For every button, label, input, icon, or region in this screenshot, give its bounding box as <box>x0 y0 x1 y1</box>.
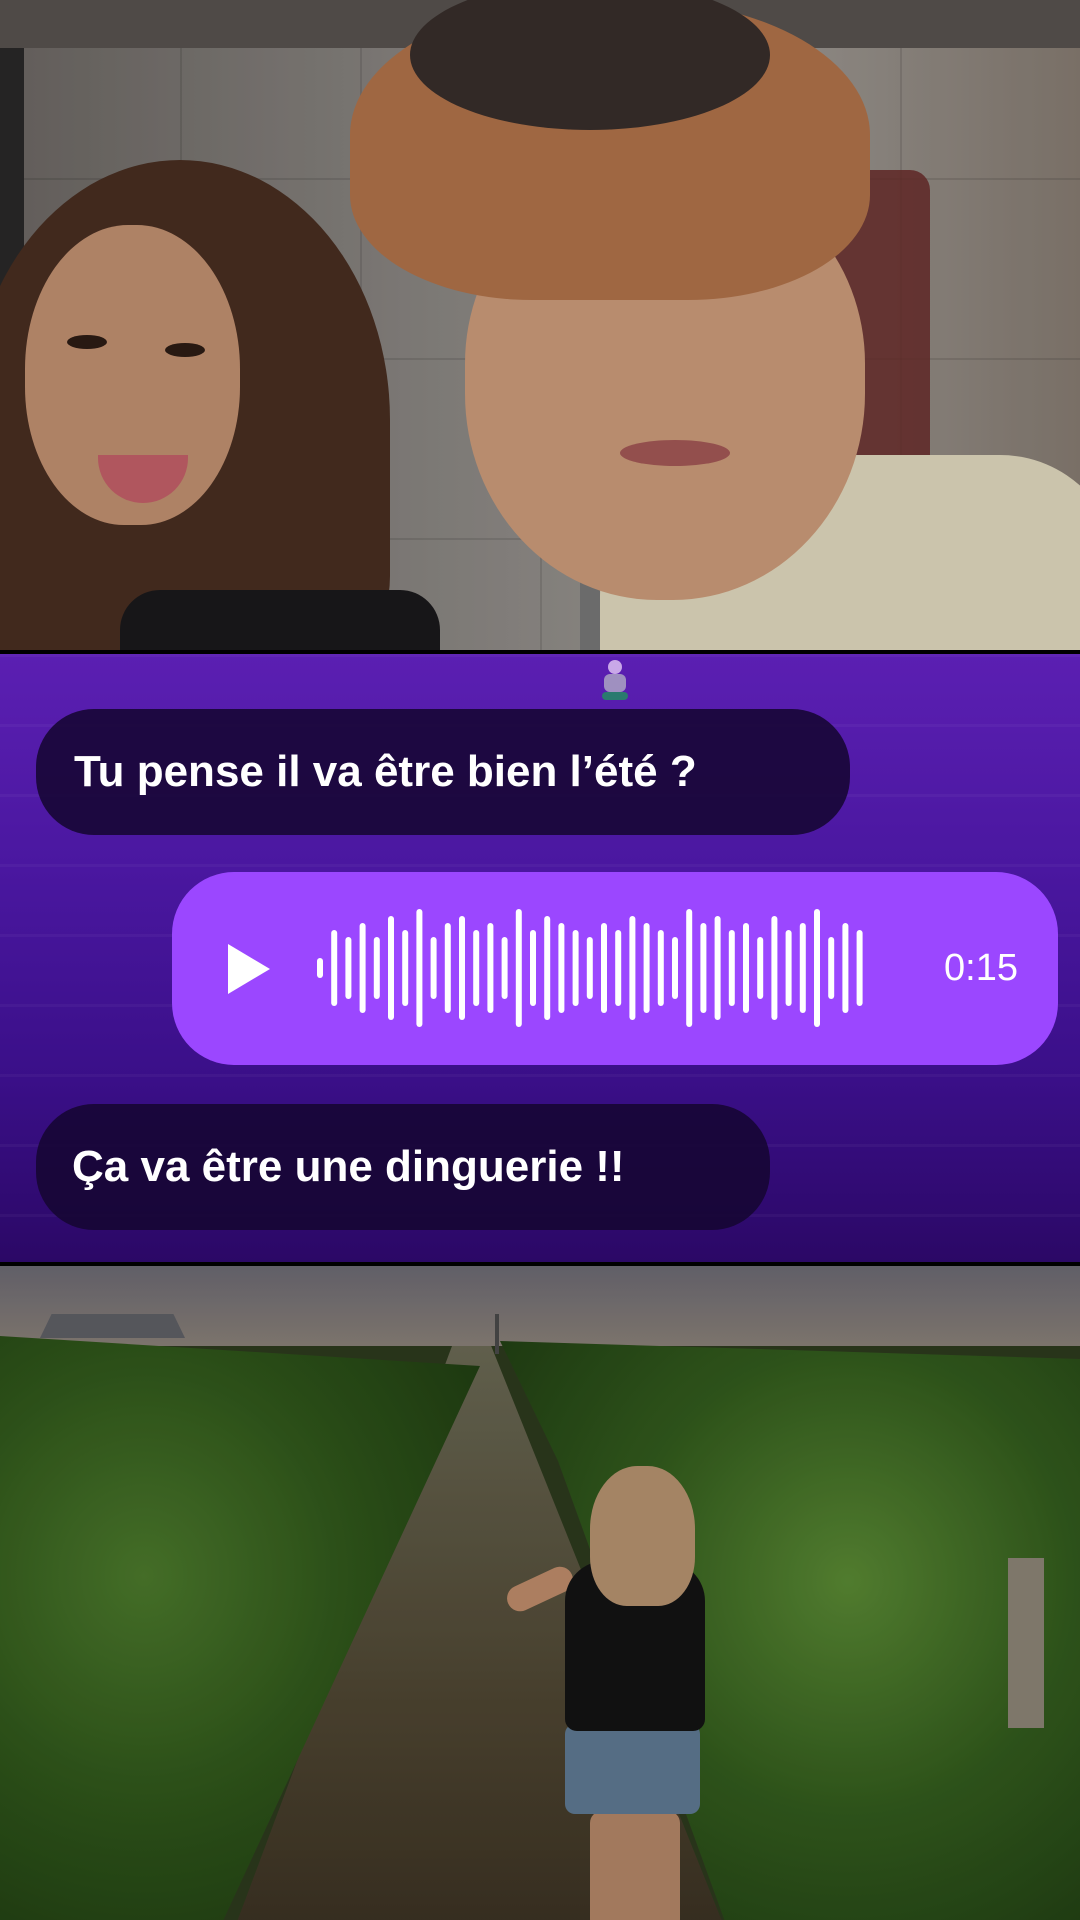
screen: Tu pense il va être bien l’été ? 0:15 Ça… <box>0 0 1080 1920</box>
message-text: Tu pense il va être bien l’été ? <box>74 747 697 796</box>
top-video <box>0 0 1080 650</box>
waveform-icon <box>317 909 863 1027</box>
sticker-legs <box>602 692 628 700</box>
sticker-icon <box>600 660 628 700</box>
sticker-body <box>604 674 626 692</box>
received-message-bubble[interactable]: Ça va être une dinguerie !! <box>36 1104 770 1230</box>
received-message-bubble[interactable]: Tu pense il va être bien l’été ? <box>36 709 850 835</box>
message-text: Ça va être une dinguerie !! <box>72 1142 625 1191</box>
voice-message-bubble[interactable]: 0:15 <box>172 872 1058 1065</box>
voice-duration: 0:15 <box>944 947 1018 989</box>
bottom-video <box>0 1266 1080 1920</box>
play-icon[interactable] <box>224 942 274 996</box>
top-video-shade <box>0 0 1080 650</box>
chat-panel: Tu pense il va être bien l’été ? 0:15 Ça… <box>0 650 1080 1266</box>
sticker-head <box>608 660 622 674</box>
bottom-video-shade <box>0 1266 1080 1920</box>
